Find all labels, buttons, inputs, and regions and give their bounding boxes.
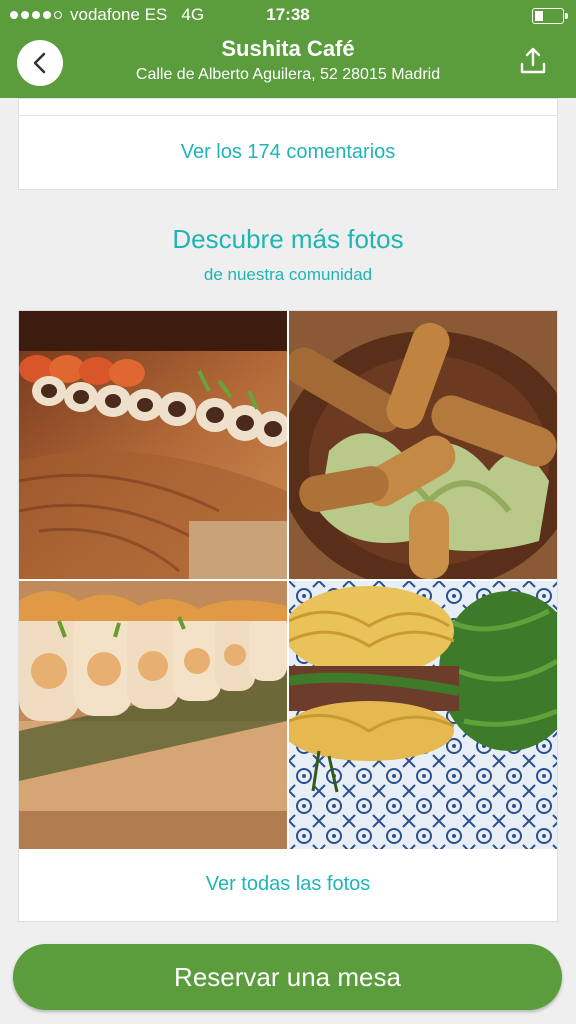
clock: 17:38: [266, 5, 310, 24]
photos-section-subtitle: de nuestra comunidad: [203, 265, 373, 284]
photo-grid: [19, 311, 557, 849]
share-icon: [520, 47, 546, 74]
sushi-rolls-photo[interactable]: [19, 311, 287, 579]
restaurant-name: Sushita Café: [221, 36, 355, 61]
view-all-photos-link[interactable]: Ver todas las fotos: [19, 873, 557, 896]
divider: [19, 115, 557, 116]
shrimp-tempura-rolls-photo[interactable]: [19, 581, 287, 849]
restaurant-address: Calle de Alberto Aguilera, 52 28015 Madr…: [135, 66, 441, 83]
status-bar: vodafone ES 4G 17:38: [0, 0, 576, 30]
spring-rolls-photo[interactable]: [289, 311, 557, 579]
navigation-bar: Sushita Café Calle de Alberto Aguilera, …: [0, 30, 576, 98]
reserve-table-button[interactable]: Reservar una mesa: [13, 944, 562, 1010]
share-button[interactable]: [518, 46, 548, 76]
noodle-burger-photo[interactable]: [289, 581, 557, 849]
reviews-card: Ver los 174 comentarios: [18, 98, 558, 190]
battery-icon: [532, 8, 568, 24]
view-comments-link[interactable]: Ver los 174 comentarios: [19, 141, 557, 164]
photos-card: Ver todas las fotos: [18, 310, 558, 922]
photos-section-title: Descubre más fotos: [172, 224, 404, 254]
back-button[interactable]: [17, 40, 63, 86]
chevron-left-icon: [33, 52, 46, 74]
